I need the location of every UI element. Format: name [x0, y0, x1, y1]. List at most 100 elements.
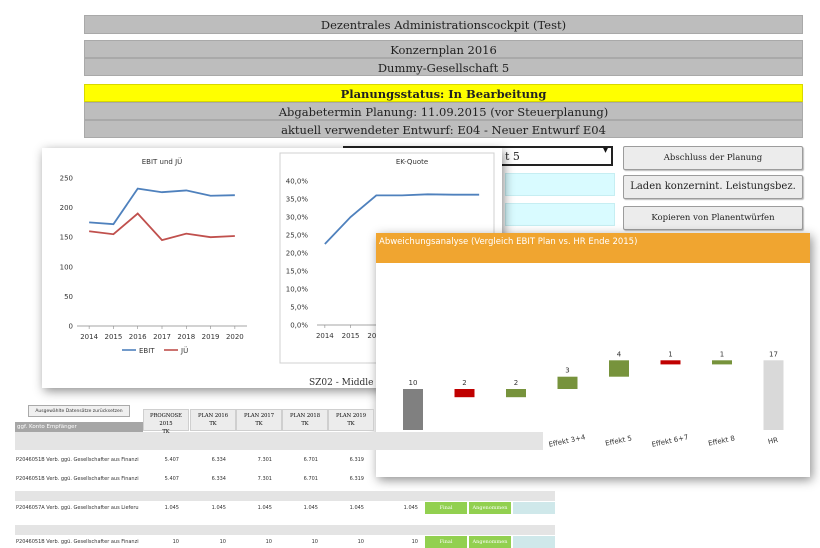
status-cell: Final	[425, 502, 467, 514]
legend-label-ebit: EBIT	[139, 347, 155, 355]
y-tick-label: 200	[60, 204, 73, 212]
series-line-jü	[89, 212, 235, 242]
status-cell: Angenommen	[469, 536, 511, 548]
y-tick-label: 20,0%	[286, 250, 309, 258]
y-tick-label: 40,0%	[286, 178, 309, 186]
category-label: Effekt 6+7	[651, 433, 689, 449]
column-header: PLAN 2016 TK	[190, 409, 236, 431]
column-header: PLAN 2017 TK	[236, 409, 282, 431]
cockpit-title: Dezentrales Administrationscockpit (Test…	[84, 15, 803, 34]
waterfall-bar	[557, 376, 578, 389]
table-row-label[interactable]: P2046051B Verb. ggü. Gesellschafter aus …	[16, 476, 139, 482]
finish-planning-button[interactable]: Abschluss der Planung	[623, 146, 803, 170]
status-cell: Angenommen	[469, 502, 511, 514]
bar-value-label: 4	[617, 350, 622, 358]
x-tick-label: 2015	[342, 332, 360, 340]
x-tick-label: 2018	[177, 333, 195, 341]
table-row-band	[15, 491, 555, 501]
bar-value-label: 1	[668, 350, 672, 358]
waterfall-bar	[403, 389, 423, 430]
column-header-label: PROGNOSE 2015	[150, 413, 182, 427]
column-header-unit: TK	[255, 421, 263, 427]
table-cell: 10	[357, 539, 364, 545]
reset-selection-button[interactable]: Ausgewählte Datensätze zurücksetzen	[28, 405, 130, 417]
y-tick-label: 50	[64, 293, 73, 301]
chevron-down-icon[interactable]: ▾	[603, 145, 608, 156]
table-title-cell: ggf. Konto Empfänger	[15, 422, 143, 432]
y-tick-label: 0,0%	[290, 322, 308, 330]
chart-title: EK-Quote	[396, 158, 428, 166]
column-header-label: PLAN 2016	[197, 413, 229, 419]
bar-value-label: 3	[565, 367, 569, 375]
column-header-unit: TK	[301, 421, 309, 427]
plan-title: Konzernplan 2016	[84, 40, 803, 58]
copy-drafts-button[interactable]: Kopieren von Planentwürfen	[623, 206, 803, 230]
table-cell: 1.045	[211, 505, 226, 511]
table-cell: 1.045	[303, 505, 318, 511]
category-label: Effekt 8	[708, 434, 736, 447]
panel-label: SZ02 - Middle C	[309, 378, 383, 388]
table-cell: 6.319	[349, 457, 364, 463]
bar-value-label: 17	[769, 350, 778, 358]
waterfall-bar	[660, 360, 681, 365]
column-header-unit: TK	[347, 421, 355, 427]
table-cell: 6.701	[303, 476, 318, 482]
x-tick-label: 2019	[202, 333, 220, 341]
table-cell: 6.334	[211, 457, 226, 463]
column-header: PLAN 2019 TK	[328, 409, 374, 431]
input-field-2[interactable]	[505, 203, 615, 226]
y-tick-label: 30,0%	[286, 214, 309, 222]
x-tick-label: 2017	[153, 333, 171, 341]
input-field-1[interactable]	[505, 173, 615, 196]
table-cell: 10	[411, 539, 418, 545]
column-header-label: PLAN 2017	[243, 413, 275, 419]
waterfall-bar	[609, 360, 629, 377]
waterfall-bar	[712, 360, 732, 365]
column-header-label: PLAN 2018	[289, 413, 321, 419]
y-tick-label: 0	[69, 323, 73, 331]
table-cell: 1.045	[349, 505, 364, 511]
status-bar: Planungsstatus: In Bearbeitung	[84, 84, 803, 102]
table-row-band	[15, 525, 555, 535]
y-tick-label: 5,0%	[290, 304, 308, 312]
table-cell: 6.334	[211, 476, 226, 482]
table-row-label[interactable]: P2046051B Verb. ggü. Gesellschafter aus …	[16, 457, 139, 463]
category-label: HR	[767, 436, 779, 446]
table-cell: 10	[311, 539, 318, 545]
chart-legend: EBIT JÜ	[122, 346, 188, 355]
company-title: Dummy-Gesellschaft 5	[84, 58, 803, 76]
waterfall-bar	[506, 389, 526, 398]
waterfall-bar	[763, 360, 784, 430]
bar-value-label: 1	[720, 350, 724, 358]
category-label: Effekt 3+4	[548, 433, 587, 449]
table-cell: 7.301	[257, 457, 272, 463]
category-label: Effekt 5	[605, 434, 633, 447]
table-cell: 10	[172, 539, 179, 545]
x-tick-label: 2020	[226, 333, 244, 341]
deadline-bar: Abgabetermin Planung: 11.09.2015 (vor St…	[84, 102, 803, 120]
table-cell: 5.407	[164, 457, 179, 463]
bar-value-label: 2	[514, 379, 518, 387]
y-tick-label: 10,0%	[286, 286, 309, 294]
series-line-ebit	[89, 187, 235, 226]
column-header-unit: TK	[162, 429, 170, 435]
column-header: PLAN 2018 TK	[282, 409, 328, 431]
table-cell: 5.407	[164, 476, 179, 482]
waterfall-header: Abweichungsanalyse (Vergleich EBIT Plan …	[376, 233, 810, 263]
status-cell-empty	[513, 502, 555, 514]
table-cell: 10	[219, 539, 226, 545]
table-row-label[interactable]: P2046057A Verb. ggü. Gesellschafter aus …	[16, 505, 139, 511]
table-cell: 6.319	[349, 476, 364, 482]
y-tick-label: 100	[60, 263, 73, 271]
table-band	[15, 432, 543, 450]
table-cell: 1.045	[257, 505, 272, 511]
y-tick-label: 25,0%	[286, 232, 309, 240]
draft-bar: aktuell verwendeter Entwurf: E04 - Neuer…	[84, 120, 803, 138]
table-row-label[interactable]: P2046051B Verb. ggü. Gesellschafter aus …	[16, 539, 139, 545]
chart-ebit-ju: EBIT und JÜ 0 50 100 150 200 250 2014 2015 2016…	[60, 157, 247, 355]
load-intercompany-button[interactable]: Laden konzernint. Leistungsbez.	[623, 175, 803, 199]
y-tick-label: 250	[60, 175, 73, 183]
table-cell: 10	[265, 539, 272, 545]
waterfall-bar	[454, 389, 475, 398]
bar-value-label: 2	[462, 379, 466, 387]
